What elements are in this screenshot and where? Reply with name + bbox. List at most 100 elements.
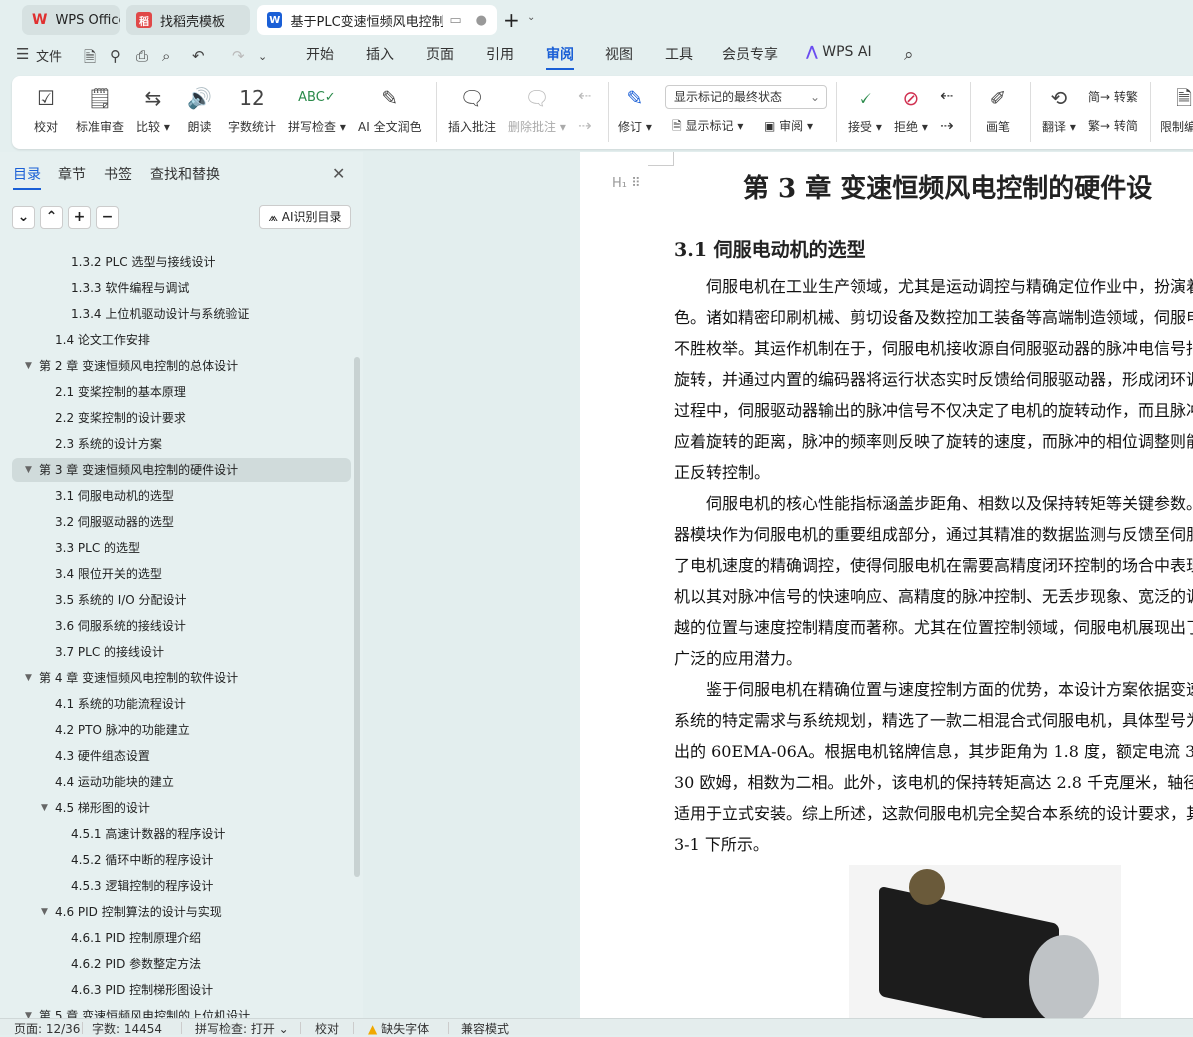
- spell-check-button[interactable]: ABC✓ 拼写检查 ▾: [288, 84, 346, 135]
- expand-arrow-icon[interactable]: ▼: [25, 354, 32, 378]
- translate-button[interactable]: ⟲ 翻译 ▾: [1042, 84, 1076, 135]
- toc-item[interactable]: 4.4 运动功能块的建立: [0, 770, 363, 794]
- panel-tab-bookmarks[interactable]: 书签: [104, 164, 132, 184]
- toc-item[interactable]: 4.6.2 PID 参数整定方法: [0, 952, 363, 976]
- spell-check-status[interactable]: 拼写检查: 打开 ⌄: [195, 1020, 289, 1037]
- toc-item[interactable]: 1.3.4 上位机驱动设计与系统验证: [0, 302, 363, 326]
- toc-item[interactable]: ▼ 4.6 PID 控制算法的设计与实现: [0, 900, 363, 924]
- word-count[interactable]: 字数: 14454: [92, 1020, 162, 1037]
- toc-item[interactable]: 3.2 伺服驱动器的选型: [0, 510, 363, 534]
- menu-references[interactable]: 引用: [486, 44, 514, 64]
- menu-view[interactable]: 视图: [605, 44, 633, 64]
- menu-membership[interactable]: 会员专享: [722, 44, 778, 64]
- toc-item[interactable]: 4.3 硬件组态设置: [0, 744, 363, 768]
- document-page[interactable]: H₁ ⠿ 第 3 章 变速恒频风电控制的硬件设 3.1 伺服电动机的选型 伺服电…: [580, 152, 1193, 1018]
- toc-item[interactable]: 4.6.1 PID 控制原理介绍: [0, 926, 363, 950]
- menu-tools[interactable]: 工具: [665, 44, 693, 64]
- toc-item[interactable]: ▼ 第 5 章 变速恒频风电控制的上位机设计: [0, 1004, 363, 1018]
- tab-list-chevron-icon[interactable]: ⌄: [527, 12, 535, 23]
- tab-document[interactable]: W 基于PLC变速恒频风电控制系统 ▭ ●: [257, 5, 497, 35]
- panel-scrollbar[interactable]: [354, 357, 360, 877]
- toc-item[interactable]: 3.4 限位开关的选型: [0, 562, 363, 586]
- tab-wps-office[interactable]: W WPS Office: [22, 5, 120, 35]
- next-comment-icon[interactable]: ⇢: [578, 116, 591, 135]
- toc-item[interactable]: 4.5.3 逻辑控制的程序设计: [0, 874, 363, 898]
- toc-item[interactable]: ▼ 4.5 梯形图的设计: [0, 796, 363, 820]
- menu-wps-ai[interactable]: ⋀ WPS AI: [806, 44, 872, 60]
- expand-arrow-icon[interactable]: ▼: [41, 796, 48, 820]
- expand-arrow-icon[interactable]: ▼: [25, 1004, 32, 1018]
- toc-item[interactable]: 4.5.1 高速计数器的程序设计: [0, 822, 363, 846]
- expand-arrow-icon[interactable]: ▼: [25, 666, 32, 690]
- undo-icon[interactable]: ↶: [192, 47, 205, 65]
- expand-down-button[interactable]: ⌄: [12, 206, 35, 229]
- demote-button[interactable]: −: [96, 206, 119, 229]
- missing-font-status[interactable]: ▲ 缺失字体: [368, 1020, 429, 1037]
- next-change-icon[interactable]: ⇢: [940, 116, 953, 135]
- restrict-editing-button[interactable]: 🗎 限制编辑: [1160, 84, 1193, 135]
- toc-item[interactable]: 1.3.3 软件编程与调试: [0, 276, 363, 300]
- menu-insert[interactable]: 插入: [366, 44, 394, 64]
- word-count-button[interactable]: 12 字数统计: [228, 84, 276, 135]
- promote-button[interactable]: +: [68, 206, 91, 229]
- proofread-button[interactable]: ☑ 校对: [34, 84, 58, 135]
- heading-handle-icon[interactable]: H₁ ⠿: [612, 176, 641, 191]
- toc-item[interactable]: 2.2 变桨控制的设计要求: [0, 406, 363, 430]
- markup-display-select[interactable]: 显示标记的最终状态 ⌄: [665, 85, 827, 109]
- track-changes-button[interactable]: ✎ 修订 ▾: [618, 84, 652, 135]
- menu-file[interactable]: 文件: [36, 46, 62, 65]
- standard-review-button[interactable]: 🗒 标准审查: [76, 84, 124, 135]
- toc-item[interactable]: ▼ 第 3 章 变速恒频风电控制的硬件设计: [12, 458, 351, 482]
- print-preview-icon[interactable]: ⌕: [162, 47, 170, 65]
- search-icon[interactable]: ⌕: [904, 45, 914, 65]
- page-indicator[interactable]: 页面: 12/36: [14, 1020, 80, 1037]
- toc-item[interactable]: 3.3 PLC 的选型: [0, 536, 363, 560]
- toc-item[interactable]: ▼ 第 2 章 变速恒频风电控制的总体设计: [0, 354, 363, 378]
- panel-tab-find-replace[interactable]: 查找和替换: [150, 164, 220, 184]
- share-icon[interactable]: ⚲: [110, 47, 121, 65]
- delete-comment-button[interactable]: 🗨 删除批注 ▾: [508, 84, 566, 135]
- toc-item[interactable]: 4.1 系统的功能流程设计: [0, 692, 363, 716]
- hamburger-icon[interactable]: ☰: [16, 45, 29, 63]
- toc-item[interactable]: 4.6.3 PID 控制梯形图设计: [0, 978, 363, 1002]
- menu-review[interactable]: 审阅: [546, 44, 574, 70]
- toc-item[interactable]: 3.7 PLC 的接线设计: [0, 640, 363, 664]
- toc-item[interactable]: 4.5.2 循环中断的程序设计: [0, 848, 363, 872]
- toc-item[interactable]: 2.3 系统的设计方案: [0, 432, 363, 456]
- toc-item[interactable]: 1.3.2 PLC 选型与接线设计: [0, 250, 363, 274]
- toc-item[interactable]: 4.2 PTO 脉冲的功能建立: [0, 718, 363, 742]
- to-traditional-button[interactable]: 简→ 转繁: [1088, 88, 1138, 105]
- ai-toc-button[interactable]: ⩕ AI识别目录: [259, 205, 351, 229]
- toc-item[interactable]: 3.5 系统的 I/O 分配设计: [0, 588, 363, 612]
- toc-item[interactable]: 2.1 变桨控制的基本原理: [0, 380, 363, 404]
- panel-tab-sections[interactable]: 章节: [58, 164, 86, 184]
- more-chevron-icon[interactable]: ⌄: [258, 50, 267, 63]
- read-aloud-button[interactable]: 🔊 朗读: [187, 84, 212, 135]
- review-pane-button[interactable]: ▣ 审阅 ▾: [764, 117, 813, 134]
- insert-comment-button[interactable]: 🗨 插入批注: [448, 84, 496, 135]
- collapse-up-button[interactable]: ⌃: [40, 206, 63, 229]
- to-simplified-button[interactable]: 繁→ 转简: [1088, 117, 1138, 134]
- accept-button[interactable]: 🗸 接受 ▾: [848, 84, 882, 135]
- toc-item[interactable]: ▼ 第 4 章 变速恒频风电控制的软件设计: [0, 666, 363, 690]
- tab-docer[interactable]: 稻找稻壳模板: [126, 5, 250, 35]
- redo-icon[interactable]: ↷: [232, 47, 245, 65]
- toc-item[interactable]: 3.1 伺服电动机的选型: [0, 484, 363, 508]
- monitor-icon[interactable]: ▭: [449, 13, 461, 28]
- toc-item[interactable]: 1.4 论文工作安排: [0, 328, 363, 352]
- print-icon[interactable]: ⎙: [136, 47, 148, 65]
- proofread-status[interactable]: 校对: [315, 1020, 339, 1037]
- reject-button[interactable]: ⊘ 拒绝 ▾: [894, 84, 928, 135]
- ai-polish-button[interactable]: ✎ AI 全文润色: [358, 84, 422, 135]
- new-tab-button[interactable]: +: [503, 8, 520, 32]
- prev-change-icon[interactable]: ⇠: [940, 86, 953, 105]
- close-panel-icon[interactable]: ✕: [332, 164, 345, 183]
- show-markup-button[interactable]: 🗎 显示标记 ▾: [672, 117, 743, 138]
- toc-item[interactable]: 3.6 伺服系统的接线设计: [0, 614, 363, 638]
- expand-arrow-icon[interactable]: ▼: [41, 900, 48, 924]
- panel-tab-toc[interactable]: 目录: [13, 164, 41, 190]
- menu-page[interactable]: 页面: [426, 44, 454, 64]
- expand-arrow-icon[interactable]: ▼: [25, 458, 32, 482]
- prev-comment-icon[interactable]: ⇠: [578, 86, 591, 105]
- save-icon[interactable]: 🗎: [84, 47, 96, 72]
